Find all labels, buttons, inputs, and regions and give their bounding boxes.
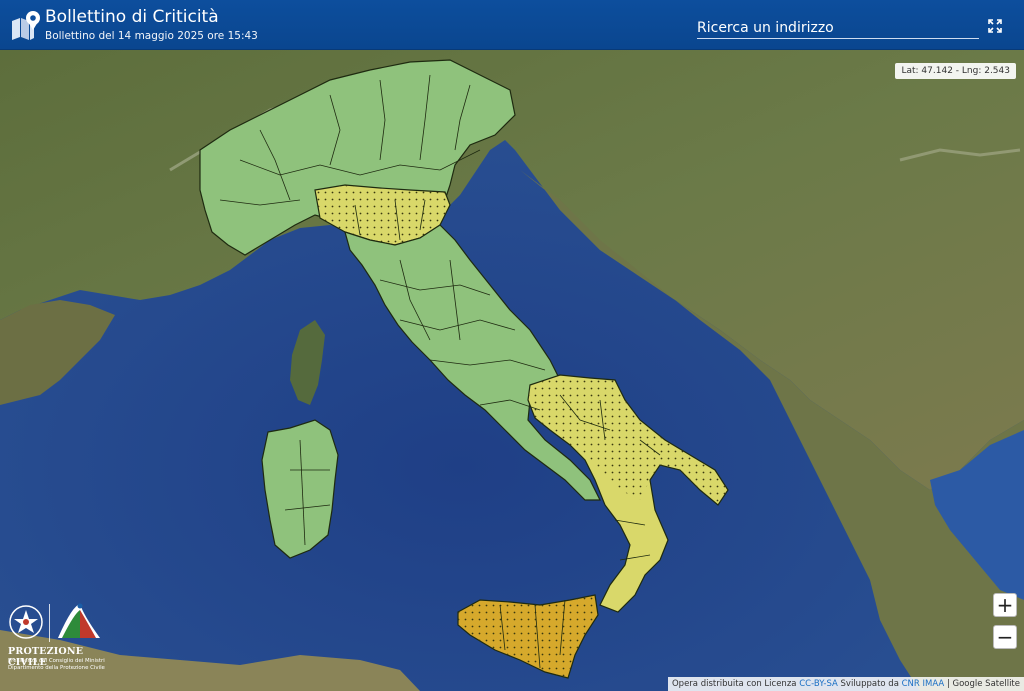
license-link[interactable]: CC-BY-SA: [799, 679, 838, 689]
address-search-input[interactable]: [697, 17, 979, 39]
attribution-suffix: | Google Satellite: [946, 679, 1020, 689]
organization-logos: PROTEZIONE CIVILE Presidenza del Consigl…: [6, 600, 106, 678]
protezione-civile-logo-icon: [58, 603, 100, 638]
attribution-mid: Sviluppato da: [840, 679, 899, 689]
map-attribution: Opera distribuita con Licenza CC-BY-SA S…: [667, 677, 1024, 691]
developer-link[interactable]: CNR IMAA: [902, 679, 945, 689]
org-subtitle-1: Presidenza del Consiglio dei Ministri: [8, 658, 105, 664]
bulletin-date: Bollettino del 14 maggio 2025 ore 15:43: [45, 30, 258, 42]
fullscreen-icon[interactable]: [985, 16, 1005, 36]
satellite-map[interactable]: [0, 50, 1024, 691]
page-title: Bollettino di Criticità: [45, 7, 219, 27]
attribution-prefix: Opera distribuita con Licenza: [671, 679, 797, 689]
logo-divider: [49, 604, 50, 642]
zoom-in-button[interactable]: +: [993, 593, 1017, 617]
coordinates-readout: Lat: 47.142 - Lng: 2.543: [895, 63, 1016, 79]
map-pin-icon: [12, 11, 40, 40]
org-subtitle-2: Dipartimento della Protezione Civile: [8, 665, 105, 671]
zoom-out-button[interactable]: −: [993, 625, 1017, 649]
republic-emblem-icon: [9, 605, 43, 639]
app-root: Bollettino di Criticità Bollettino del 1…: [0, 0, 1024, 691]
header-bar: Bollettino di Criticità Bollettino del 1…: [0, 0, 1024, 50]
